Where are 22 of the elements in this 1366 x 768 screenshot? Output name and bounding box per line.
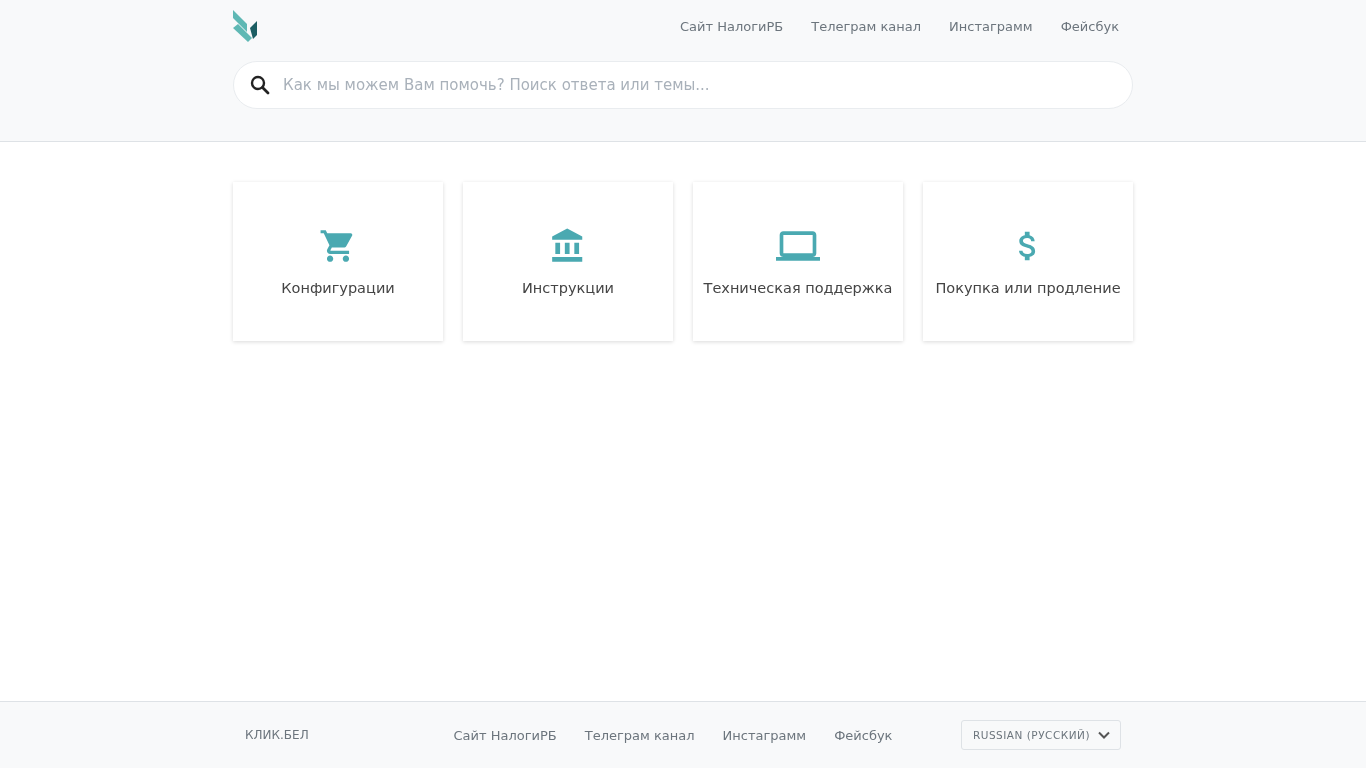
brand-name: КЛИК.БЕЛ bbox=[245, 728, 310, 742]
category-card[interactable]: Инструкции bbox=[463, 182, 673, 341]
footer-link[interactable]: Сайт НалогиРБ bbox=[453, 727, 557, 743]
search-icon bbox=[250, 75, 270, 95]
footer-link[interactable]: Инстаграмм bbox=[722, 727, 807, 743]
category-card[interactable]: Техническая поддержка bbox=[693, 182, 903, 341]
chevron-down-icon bbox=[1098, 731, 1110, 739]
category-card[interactable]: Конфигурации bbox=[233, 182, 443, 341]
footer-link[interactable]: Телеграм канал bbox=[584, 727, 695, 743]
search-field[interactable]: Как мы можем Вам помочь? Поиск ответа или темы... bbox=[233, 61, 1133, 109]
nav-link[interactable]: Фейсбук bbox=[1060, 18, 1119, 34]
nav-link[interactable]: Телеграм канал bbox=[811, 18, 922, 34]
category-label: Техническая поддержка bbox=[703, 280, 893, 296]
logo-icon[interactable] bbox=[233, 10, 258, 42]
nav-link[interactable]: Сайт НалогиРБ bbox=[680, 18, 784, 34]
footer-link[interactable]: Фейсбук bbox=[834, 727, 893, 743]
category-label: Инструкции bbox=[522, 280, 614, 296]
category-label: Покупка или продление bbox=[935, 280, 1121, 296]
category-card[interactable]: Покупка или продление bbox=[923, 182, 1133, 341]
nav-link[interactable]: Инстаграмм bbox=[949, 18, 1033, 34]
language-select[interactable]: RUSSIAN (РУССКИЙ) bbox=[960, 720, 1121, 750]
category-label: Конфигурации bbox=[281, 280, 395, 296]
